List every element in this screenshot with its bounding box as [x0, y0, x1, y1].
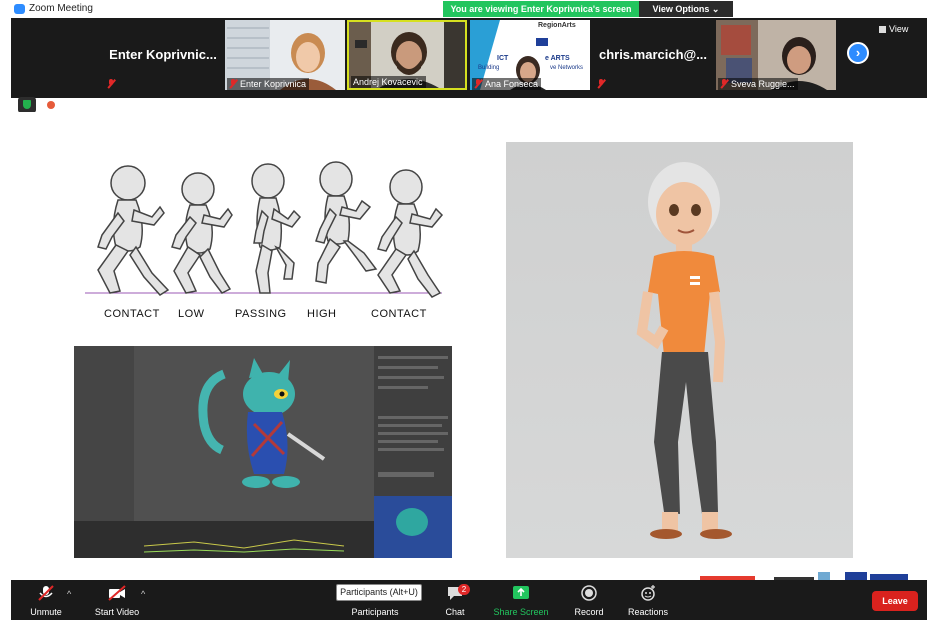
participant-tile[interactable]: Enter Koprivnic... — [103, 20, 223, 90]
participant-name: Enter Koprivnic... — [109, 47, 217, 62]
participant-label — [105, 78, 121, 90]
zoom-logo-icon — [14, 4, 25, 14]
active-speaker-tile[interactable]: Andrej Kovacevic — [347, 20, 467, 90]
participant-label: Enter Koprivnica — [227, 78, 310, 90]
walk-cycle-label: CONTACT — [371, 308, 427, 320]
viewing-screen-banner: You are viewing Enter Koprivnica's scree… — [443, 1, 639, 17]
walk-cycle-illustration — [85, 161, 444, 298]
mic-muted-icon — [229, 79, 237, 88]
walk-cycle-label: HIGH — [307, 308, 337, 320]
gallery-strip: Enter Koprivnic... Enter Koprivnica Andr… — [11, 18, 927, 98]
chevron-right-icon: › — [855, 45, 861, 60]
unmute-label: Unmute — [30, 607, 62, 617]
chevron-down-icon: ⌄ — [711, 4, 720, 14]
start-video-label: Start Video — [94, 607, 140, 617]
mic-muted-icon — [474, 79, 482, 88]
participant-name: Sveva Ruggie... — [731, 79, 795, 89]
audio-options-caret-icon[interactable]: ^ — [67, 589, 71, 599]
recording-indicator-icon — [47, 101, 55, 109]
participant-label — [595, 78, 611, 90]
character-image — [636, 162, 732, 539]
3d-character-render — [506, 142, 853, 558]
walk-cycle-label: LOW — [178, 308, 205, 320]
slide-text: Building — [478, 65, 500, 71]
chat-unread-badge: 2 — [458, 584, 470, 595]
participant-tile[interactable]: Sveva Ruggie... — [716, 20, 836, 90]
share-screen-label: Share Screen — [493, 607, 549, 617]
slide-text: e ARTS — [545, 55, 570, 62]
reactions-label: Reactions — [627, 607, 669, 617]
view-options-button[interactable]: View Options ⌄ — [639, 1, 733, 17]
share-screen-icon — [513, 586, 529, 599]
mic-muted-icon — [597, 79, 605, 88]
view-label: View — [889, 24, 909, 34]
unity-editor-screenshot — [74, 346, 452, 558]
participant-name: chris.marcich@... — [598, 47, 708, 62]
video-options-caret-icon[interactable]: ^ — [141, 589, 145, 599]
record-icon — [581, 585, 597, 601]
record-button[interactable]: Record — [569, 580, 609, 620]
mic-muted-icon — [720, 79, 728, 88]
editor-image — [74, 346, 452, 558]
unmute-button[interactable]: Unmute — [21, 580, 71, 620]
slide-text: ve Networks — [550, 65, 584, 71]
mic-muted-icon — [107, 79, 115, 88]
participant-name: Ana Fonseca — [485, 79, 539, 89]
participant-tile[interactable]: RegionArts ICT e ARTS Building ve Networ… — [470, 20, 590, 90]
participant-tile[interactable]: Enter Koprivnica — [225, 20, 345, 90]
participants-tooltip: Participants (Alt+U) — [336, 584, 422, 601]
start-video-button[interactable]: Start Video — [89, 580, 145, 620]
reactions-icon — [641, 585, 655, 601]
record-label: Record — [574, 607, 604, 617]
participant-name: Andrej Kovacevic — [353, 77, 423, 87]
reactions-button[interactable]: Reactions — [625, 580, 671, 620]
chat-label: Chat — [445, 607, 465, 617]
next-page-button[interactable]: › — [847, 42, 869, 64]
window-title: Zoom Meeting — [29, 3, 93, 14]
participant-label: Andrej Kovacevic — [351, 76, 426, 88]
security-shield-icon[interactable] — [18, 97, 36, 113]
participant-name: Enter Koprivnica — [240, 79, 307, 89]
participant-tile[interactable]: chris.marcich@... — [593, 20, 713, 90]
participant-label: Ana Fonseca — [472, 78, 542, 90]
mic-muted-icon — [38, 585, 54, 601]
participant-label: Sveva Ruggie... — [718, 78, 798, 90]
video-off-icon — [108, 585, 126, 601]
walk-cycle-label: PASSING — [235, 308, 287, 320]
walk-cycle-label: CONTACT — [104, 308, 160, 320]
share-screen-button[interactable]: Share Screen — [491, 580, 551, 620]
slide-text: RegionArts — [538, 22, 576, 29]
leave-button[interactable]: Leave — [872, 591, 918, 611]
grid-icon — [879, 26, 886, 33]
slide-text: ICT — [497, 55, 509, 62]
view-options-label: View Options — [652, 4, 710, 14]
view-button[interactable]: View — [879, 24, 908, 34]
participants-label: Participants — [351, 607, 399, 617]
